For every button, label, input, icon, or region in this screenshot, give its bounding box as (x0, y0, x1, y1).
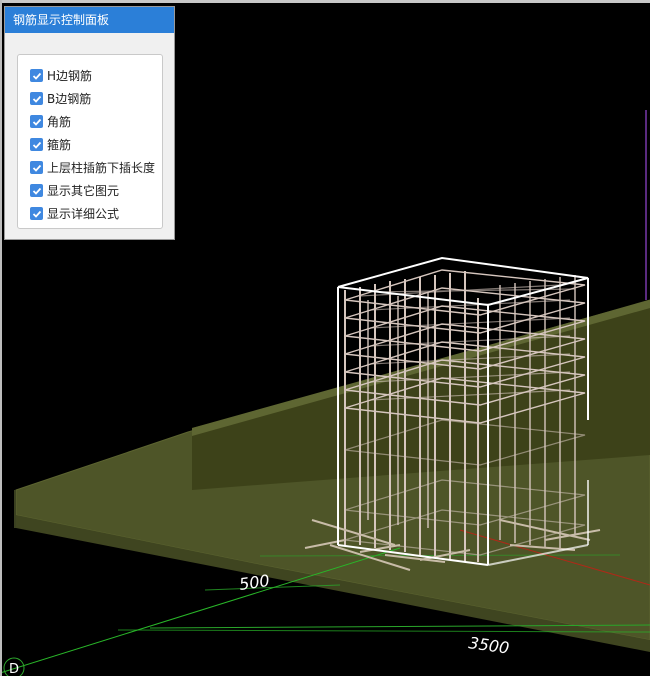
dimension-label-3500: 3500 (467, 633, 510, 657)
rebar-display-control-panel: 钢筋显示控制面板 H边钢筋 B边钢筋 角筋 箍筋 上层柱插筋下插长度 显示其它图… (4, 6, 175, 240)
option-label: 上层柱插筋下插长度 (47, 161, 156, 175)
option-b-side-rebar[interactable]: B边钢筋 (18, 87, 162, 110)
checkbox-stirrup[interactable] (30, 138, 43, 151)
panel-title[interactable]: 钢筋显示控制面板 (5, 7, 174, 33)
option-show-detailed-formula[interactable]: 显示详细公式 (18, 202, 162, 225)
option-show-other-elements[interactable]: 显示其它图元 (18, 179, 162, 202)
axis-label-d: D (9, 662, 19, 676)
check-icon (32, 187, 41, 195)
option-label: B边钢筋 (47, 92, 92, 106)
option-label: 显示其它图元 (47, 184, 120, 198)
options-group: H边钢筋 B边钢筋 角筋 箍筋 上层柱插筋下插长度 显示其它图元 显示详细公式 (17, 54, 163, 229)
checkbox-upper-column-dowel-length[interactable] (30, 161, 43, 174)
option-upper-column-dowel-length[interactable]: 上层柱插筋下插长度 (18, 156, 162, 179)
check-icon (32, 141, 41, 149)
check-icon (32, 72, 41, 80)
option-label: 箍筋 (47, 138, 72, 152)
check-icon (32, 164, 41, 172)
grid-line-1 (0, 547, 401, 674)
option-corner-rebar[interactable]: 角筋 (18, 110, 162, 133)
slab-left-face (14, 490, 16, 528)
checkbox-corner-rebar[interactable] (30, 115, 43, 128)
option-stirrup[interactable]: 箍筋 (18, 133, 162, 156)
check-icon (32, 118, 41, 126)
option-label: 角筋 (47, 115, 72, 129)
checkbox-show-other-elements[interactable] (30, 184, 43, 197)
dimension-label-500: 500 (238, 571, 271, 594)
top-border (0, 0, 650, 3)
checkbox-b-side-rebar[interactable] (30, 92, 43, 105)
option-h-side-rebar[interactable]: H边钢筋 (18, 64, 162, 87)
check-icon (32, 95, 41, 103)
grid-line-5 (204, 584, 341, 591)
option-label: H边钢筋 (47, 69, 93, 83)
checkbox-show-detailed-formula[interactable] (30, 207, 43, 220)
check-icon (32, 210, 41, 218)
left-border (0, 0, 2, 676)
option-label: 显示详细公式 (47, 207, 120, 221)
checkbox-h-side-rebar[interactable] (30, 69, 43, 82)
3d-viewport[interactable]: 500 3500 D 钢筋显示控制面板 H边钢筋 B边钢筋 角筋 箍筋 上层柱插… (0, 0, 650, 676)
